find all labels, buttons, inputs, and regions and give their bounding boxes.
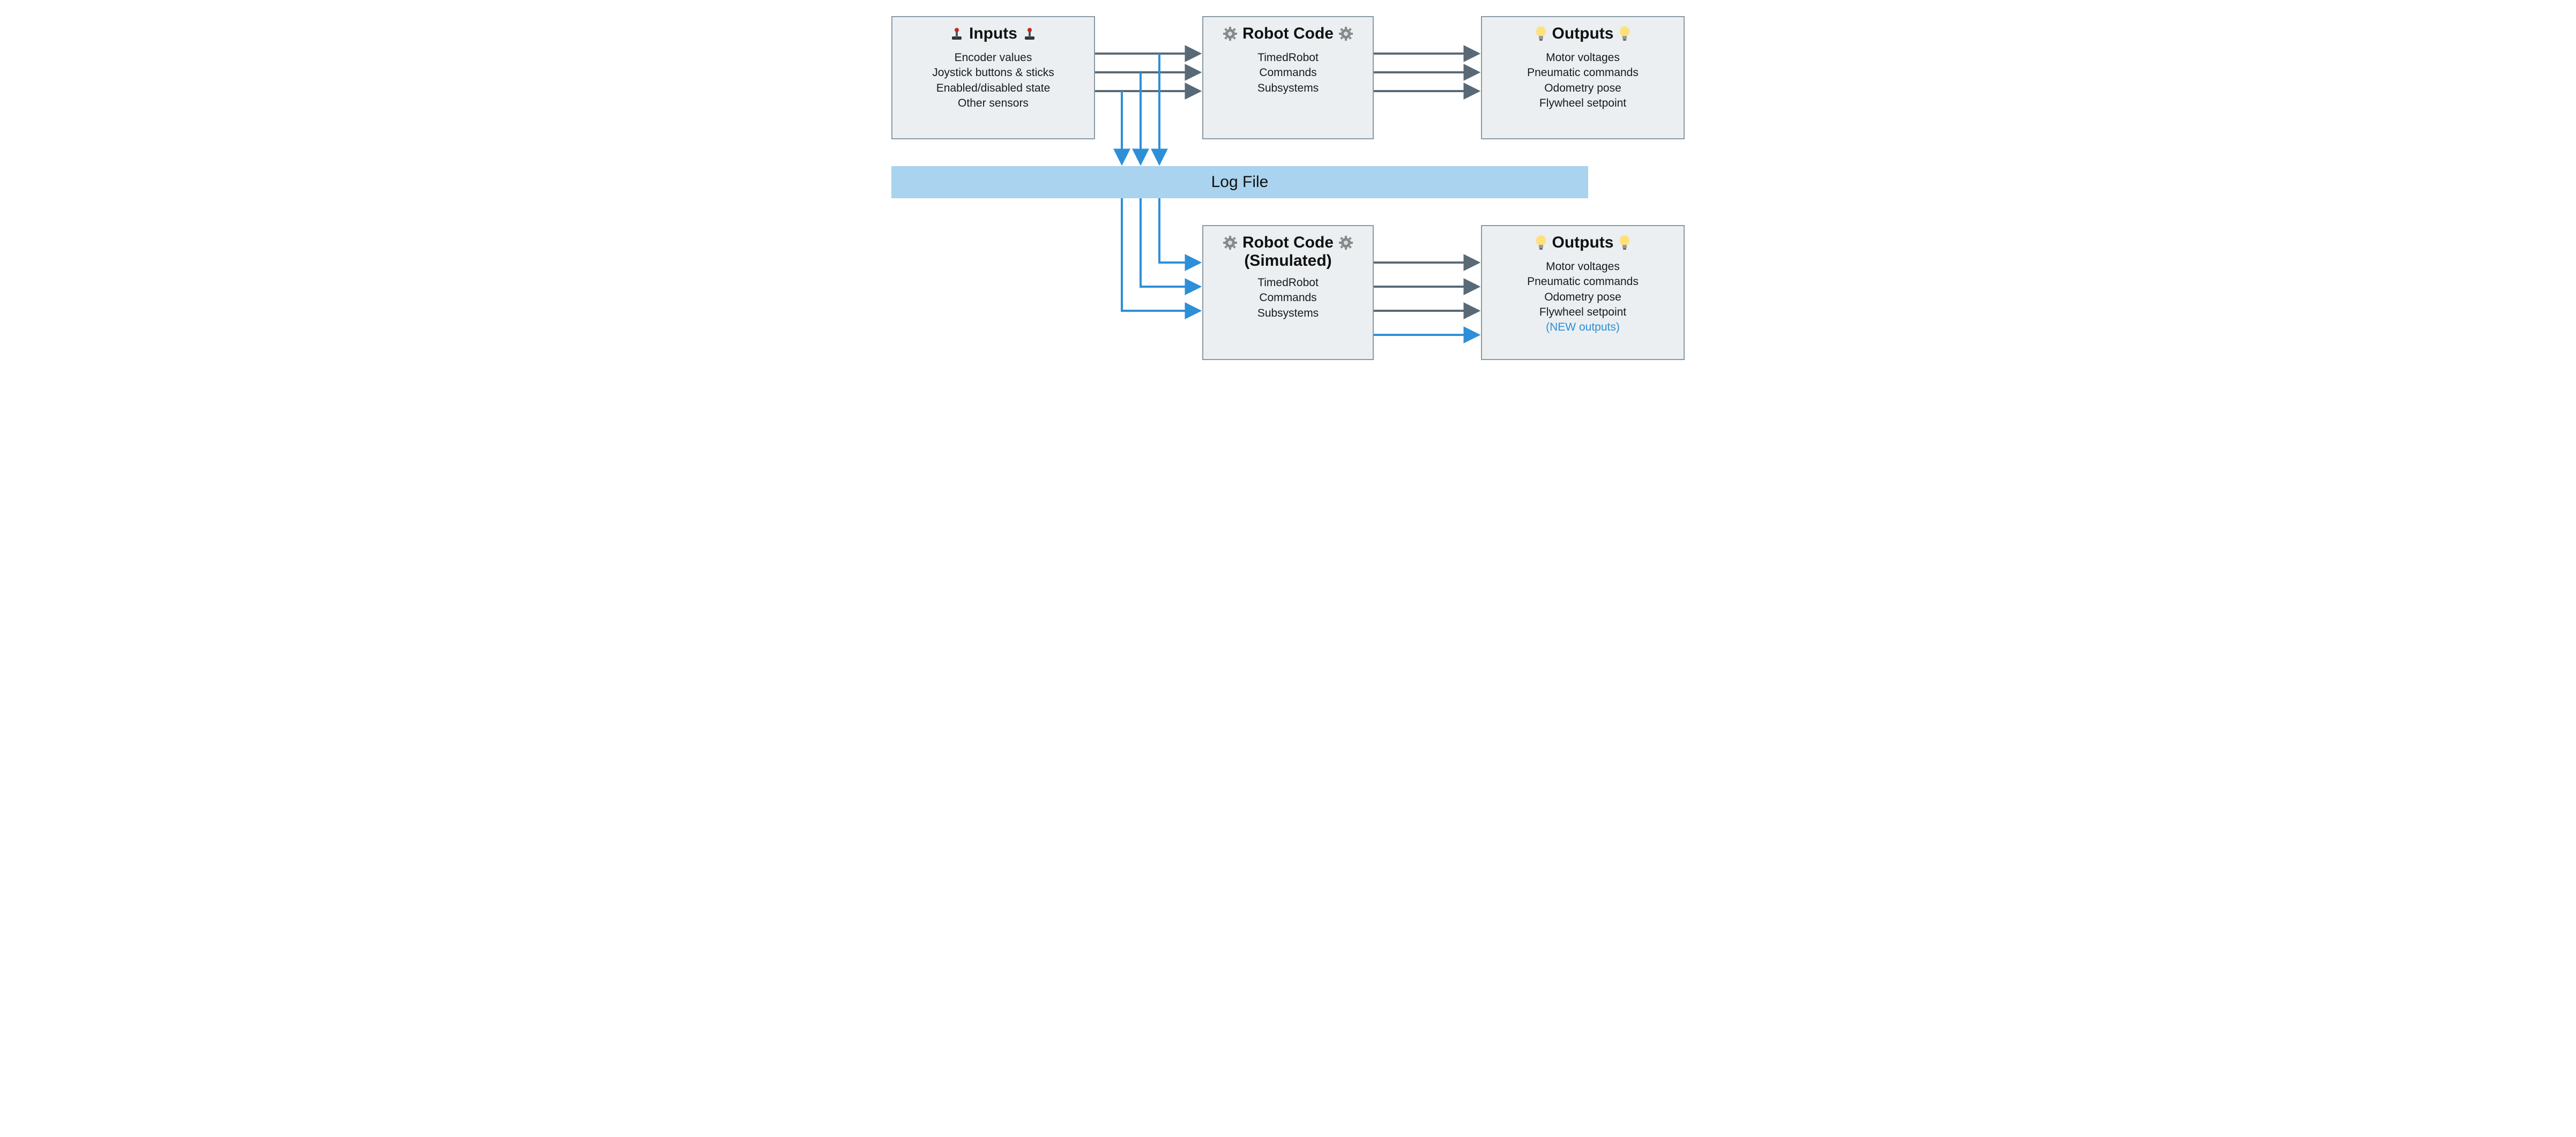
list-item: Other sensors bbox=[897, 96, 1090, 111]
robot-code-sim-box: Robot Code (Simulated) TimedRobot Comman… bbox=[1202, 225, 1374, 360]
list-item: Encoder values bbox=[897, 50, 1090, 65]
inputs-title: Inputs bbox=[897, 25, 1090, 43]
robot-code-box: Robot Code TimedRobot Commands Subsystem… bbox=[1202, 16, 1374, 139]
joystick-icon bbox=[950, 27, 964, 41]
list-item: TimedRobot bbox=[1208, 50, 1368, 65]
bulb-icon bbox=[1619, 26, 1631, 41]
gear-icon bbox=[1339, 27, 1353, 41]
list-item: Subsystems bbox=[1208, 306, 1368, 321]
arrow-log-to-sim bbox=[1122, 198, 1199, 311]
list-item: TimedRobot bbox=[1208, 275, 1368, 290]
list-item: Commands bbox=[1208, 65, 1368, 80]
robot-code-sim-title-text-2: (Simulated) bbox=[1244, 252, 1331, 270]
list-item: Commands bbox=[1208, 290, 1368, 305]
list-item: Pneumatic commands bbox=[1486, 65, 1679, 80]
log-file-label: Log File bbox=[1211, 173, 1269, 191]
list-item: Subsystems bbox=[1208, 81, 1368, 96]
outputs-top-box: Outputs Motor voltages Pneumatic command… bbox=[1481, 16, 1685, 139]
robot-code-title: Robot Code bbox=[1208, 25, 1368, 43]
log-file-bar: Log File bbox=[891, 166, 1588, 198]
bulb-icon bbox=[1535, 235, 1547, 250]
outputs-bottom-box: Outputs Motor voltages Pneumatic command… bbox=[1481, 225, 1685, 360]
list-item-accent: (NEW outputs) bbox=[1486, 320, 1679, 335]
outputs-top-title-text: Outputs bbox=[1552, 25, 1614, 43]
robot-code-items: TimedRobot Commands Subsystems bbox=[1208, 50, 1368, 96]
gear-icon bbox=[1223, 27, 1237, 41]
inputs-title-text: Inputs bbox=[969, 25, 1017, 43]
arrow-log-to-sim bbox=[1159, 198, 1199, 263]
gear-icon bbox=[1223, 236, 1237, 250]
list-item: Flywheel setpoint bbox=[1486, 305, 1679, 320]
list-item: Joystick buttons & sticks bbox=[897, 65, 1090, 80]
list-item: Flywheel setpoint bbox=[1486, 96, 1679, 111]
list-item: Odometry pose bbox=[1486, 81, 1679, 96]
outputs-bottom-items: Motor voltages Pneumatic commands Odomet… bbox=[1486, 259, 1679, 335]
gear-icon bbox=[1339, 236, 1353, 250]
list-item: Enabled/disabled state bbox=[897, 81, 1090, 96]
arrow-log-to-sim bbox=[1141, 198, 1199, 287]
list-item: Odometry pose bbox=[1486, 290, 1679, 305]
robot-code-sim-title: Robot Code (Simulated) bbox=[1208, 234, 1368, 270]
robot-code-title-text: Robot Code bbox=[1242, 25, 1334, 43]
bulb-icon bbox=[1619, 235, 1631, 250]
outputs-top-title: Outputs bbox=[1486, 25, 1679, 43]
outputs-bottom-title-text: Outputs bbox=[1552, 234, 1614, 252]
diagram-canvas: Inputs Encoder values Joystick buttons &… bbox=[875, 0, 1701, 364]
bulb-icon bbox=[1535, 26, 1547, 41]
joystick-icon bbox=[1023, 27, 1037, 41]
robot-code-sim-title-text-1: Robot Code bbox=[1242, 234, 1334, 252]
list-item: Motor voltages bbox=[1486, 50, 1679, 65]
outputs-bottom-title: Outputs bbox=[1486, 234, 1679, 252]
inputs-box: Inputs Encoder values Joystick buttons &… bbox=[891, 16, 1095, 139]
list-item: Pneumatic commands bbox=[1486, 274, 1679, 289]
outputs-top-items: Motor voltages Pneumatic commands Odomet… bbox=[1486, 50, 1679, 111]
inputs-items: Encoder values Joystick buttons & sticks… bbox=[897, 50, 1090, 111]
list-item: Motor voltages bbox=[1486, 259, 1679, 274]
robot-code-sim-items: TimedRobot Commands Subsystems bbox=[1208, 275, 1368, 321]
